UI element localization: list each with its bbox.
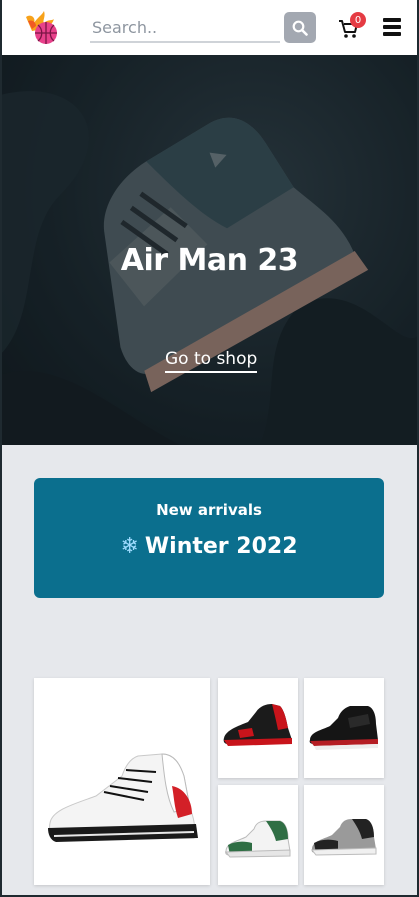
hero-title: Air Man 23: [120, 243, 299, 278]
cart-button[interactable]: 0: [338, 12, 366, 42]
banner-subtitle: New arrivals: [156, 501, 262, 519]
black-red-sneaker-image: [223, 704, 292, 746]
menu-bar-icon: [383, 18, 401, 22]
banner-title-row: ❄ Winter 2022: [34, 534, 384, 559]
grey-black-sneaker-image: [310, 819, 377, 856]
product-card-5[interactable]: [304, 785, 384, 885]
product-card-2[interactable]: [218, 678, 298, 778]
snowflake-icon: ❄: [120, 534, 139, 559]
banner-title: Winter 2022: [144, 534, 298, 559]
search-icon: [292, 20, 308, 36]
search-bar: [90, 12, 316, 44]
hero-banner: Air Man 23 Go to shop: [0, 55, 419, 445]
white-red-sneaker-image: [48, 753, 198, 842]
black-red-high-top-sneaker-image: [309, 706, 378, 750]
go-to-shop-link[interactable]: Go to shop: [165, 349, 258, 373]
menu-bar-icon: [383, 25, 401, 29]
product-card-4[interactable]: [218, 785, 298, 885]
cart-count-badge: 0: [350, 12, 366, 28]
menu-bar-icon: [383, 32, 401, 36]
search-input[interactable]: [90, 13, 280, 43]
brand-logo-icon[interactable]: [22, 9, 60, 47]
green-white-sneaker-image: [224, 820, 291, 858]
search-button[interactable]: [284, 12, 316, 43]
new-arrivals-banner[interactable]: New arrivals ❄ Winter 2022: [34, 478, 384, 598]
product-card-3[interactable]: [304, 678, 384, 778]
hamburger-menu-button[interactable]: [383, 18, 401, 36]
product-card-featured[interactable]: [34, 678, 210, 885]
top-navigation-bar: 0: [0, 0, 419, 55]
